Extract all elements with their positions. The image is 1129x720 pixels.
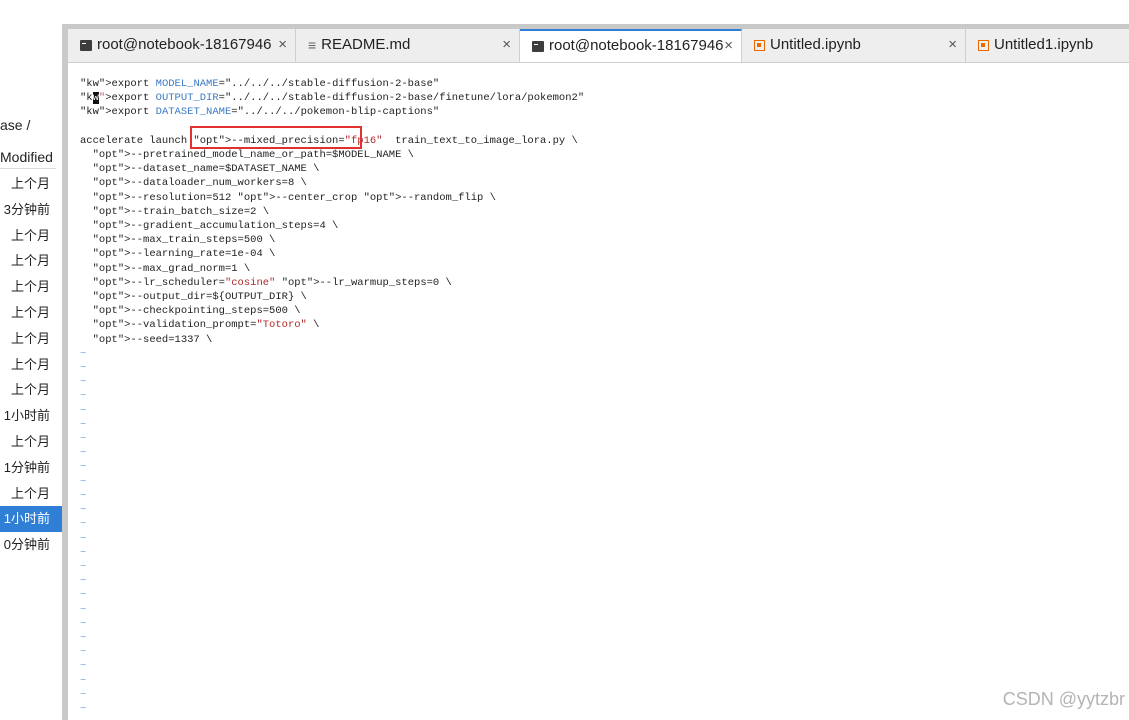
file-row-modified[interactable]: 上个月 xyxy=(0,481,62,507)
close-icon[interactable]: × xyxy=(724,31,733,60)
vim-empty-line-marker: ~ xyxy=(80,518,87,531)
vim-empty-line-marker: ~ xyxy=(80,433,87,446)
file-row-modified[interactable]: 上个月 xyxy=(0,171,62,197)
file-row-modified[interactable]: 上个月 xyxy=(0,300,62,326)
terminal-icon xyxy=(532,40,544,52)
file-row-modified[interactable]: 1小时前 xyxy=(0,506,62,533)
terminal-line: "kw">export DATASET_NAME="../../../pokem… xyxy=(80,106,440,119)
vim-empty-line-marker: ~ xyxy=(80,688,87,701)
tab-terminal-1[interactable]: root@notebook-18167946 × xyxy=(68,29,296,62)
file-row-modified[interactable]: 1分钟前 xyxy=(0,455,62,481)
breadcrumb[interactable]: ase / xyxy=(0,117,30,133)
vim-empty-line-marker: ~ xyxy=(80,546,87,559)
notebook-icon xyxy=(978,39,989,51)
file-row-modified[interactable]: 上个月 xyxy=(0,223,62,249)
vim-empty-line-marker: ~ xyxy=(80,631,87,644)
tab-untitled1-notebook[interactable]: Untitled1.ipynb xyxy=(966,29,1129,62)
file-row-modified[interactable]: 上个月 xyxy=(0,248,62,274)
terminal-line: "kw">export OUTPUT_DIR="../../../stable-… xyxy=(80,92,585,105)
vim-empty-line-marker: ~ xyxy=(80,404,87,417)
terminal-icon xyxy=(80,39,92,51)
terminal-line: "opt">--resolution=512 "opt">--center_cr… xyxy=(92,191,496,204)
close-icon[interactable]: × xyxy=(502,29,511,60)
tab-terminal-2[interactable]: root@notebook-18167946 × xyxy=(520,29,742,62)
file-list: 上个月 3分钟前 上个月 上个月 上个月 上个月 上个月 上个月 上个月 1小时前 上个月 1分钟前上… xyxy=(0,171,62,558)
terminal-line: "opt">--max_grad_norm=1 \ xyxy=(92,262,251,275)
terminal-line: "opt">--gradient_accumulation_steps=4 \ xyxy=(92,220,339,233)
vim-empty-line-marker: ~ xyxy=(80,362,87,375)
vim-empty-line-marker: ~ xyxy=(80,560,87,573)
terminal-line: "kw">export MODEL_NAME="../../../stable-… xyxy=(80,78,440,90)
watermark: CSDN @yytzbr xyxy=(1002,689,1125,709)
file-row-modified[interactable]: 上个月 xyxy=(0,429,62,455)
vim-empty-line-marker: ~ xyxy=(80,646,87,659)
notebook-icon xyxy=(754,39,765,51)
vim-empty-line-marker: ~ xyxy=(80,475,87,488)
markdown-file-icon: ≡ xyxy=(308,36,317,53)
vim-empty-line-marker: ~ xyxy=(80,489,87,502)
vim-empty-line-marker: ~ xyxy=(80,674,87,687)
tab-bar: root@notebook-18167946 × ≡ README.md × ro… xyxy=(68,29,1129,63)
tab-label: root@notebook-18167946 xyxy=(549,37,724,54)
vim-empty-line-marker: ~ xyxy=(80,504,87,517)
terminal-line: "opt">--seed=1337 \ xyxy=(92,333,213,346)
vim-empty-line-marker: ~ xyxy=(80,376,87,389)
terminal-panel[interactable]: "kw">export MODEL_NAME="../../../stable-… xyxy=(68,63,1129,720)
vim-empty-line-marker: ~ xyxy=(80,447,87,460)
file-row-modified[interactable]: 3分钟前 xyxy=(0,197,62,223)
terminal-line: "opt">--dataloader_num_workers=8 \ xyxy=(92,177,307,190)
terminal-line: "opt">--checkpointing_steps=500 \ xyxy=(92,305,301,318)
terminal-line: "opt">--pretrained_model_name_or_path=$M… xyxy=(92,149,414,162)
vim-empty-line-marker: ~ xyxy=(80,461,87,474)
file-row-modified[interactable]: 上个月 xyxy=(0,352,62,378)
file-row-modified[interactable]: 1小时前 xyxy=(0,403,62,429)
close-icon[interactable]: × xyxy=(948,29,957,60)
top-strip xyxy=(0,0,1129,24)
file-row-modified[interactable]: 上个月 xyxy=(0,274,62,300)
terminal-line: "opt">--lr_scheduler="cosine" "opt">--lr… xyxy=(92,276,452,289)
terminal-line: "opt">--train_batch_size=2 \ xyxy=(92,205,270,218)
vim-empty-line-marker: ~ xyxy=(80,660,87,673)
terminal-line: "opt">--output_dir=${OUTPUT_DIR} \ xyxy=(92,291,307,304)
vim-empty-line-marker: ~ xyxy=(80,347,87,360)
vim-empty-line-marker: ~ xyxy=(80,603,87,616)
vim-empty-line-marker: ~ xyxy=(80,532,87,545)
column-header-modified[interactable]: Modified xyxy=(0,146,56,169)
close-icon[interactable]: × xyxy=(278,29,287,60)
file-browser: ase / Modified 上个月 3分钟前 上个月 上个月 上个月 上个月 上个月 上个月… xyxy=(0,0,62,720)
terminal-line: "opt">--max_train_steps=500 \ xyxy=(92,234,276,247)
tab-untitled-notebook[interactable]: Untitled.ipynb × xyxy=(742,29,966,62)
vim-empty-line-marker: ~ xyxy=(80,575,87,588)
tab-label: Untitled1.ipynb xyxy=(994,36,1094,53)
vim-empty-line-marker: ~ xyxy=(80,589,87,602)
vim-empty-line-marker: ~ xyxy=(80,617,87,630)
vim-empty-line-marker: ~ xyxy=(80,702,87,715)
tab-label: Untitled.ipynb xyxy=(770,36,861,53)
file-row-modified[interactable]: 上个月 xyxy=(0,377,62,403)
highlight-box-mixed-precision xyxy=(190,126,362,149)
vim-empty-line-marker: ~ xyxy=(80,418,87,431)
tab-label: README.md xyxy=(321,36,411,53)
file-row-modified[interactable]: 上个月 xyxy=(0,326,62,352)
tab-label: root@notebook-18167946 xyxy=(97,36,272,53)
vim-empty-line-marker: ~ xyxy=(80,390,87,403)
file-row-modified[interactable]: 0分钟前 xyxy=(0,532,62,558)
terminal-line: "opt">--validation_prompt="Totoro" \ xyxy=(92,319,320,332)
tab-readme[interactable]: ≡ README.md × xyxy=(296,29,520,62)
terminal-output[interactable]: "kw">export MODEL_NAME="../../../stable-… xyxy=(80,77,584,716)
terminal-line: "opt">--learning_rate=1e-04 \ xyxy=(92,248,276,261)
terminal-line: "opt">--dataset_name=$DATASET_NAME \ xyxy=(92,163,320,176)
